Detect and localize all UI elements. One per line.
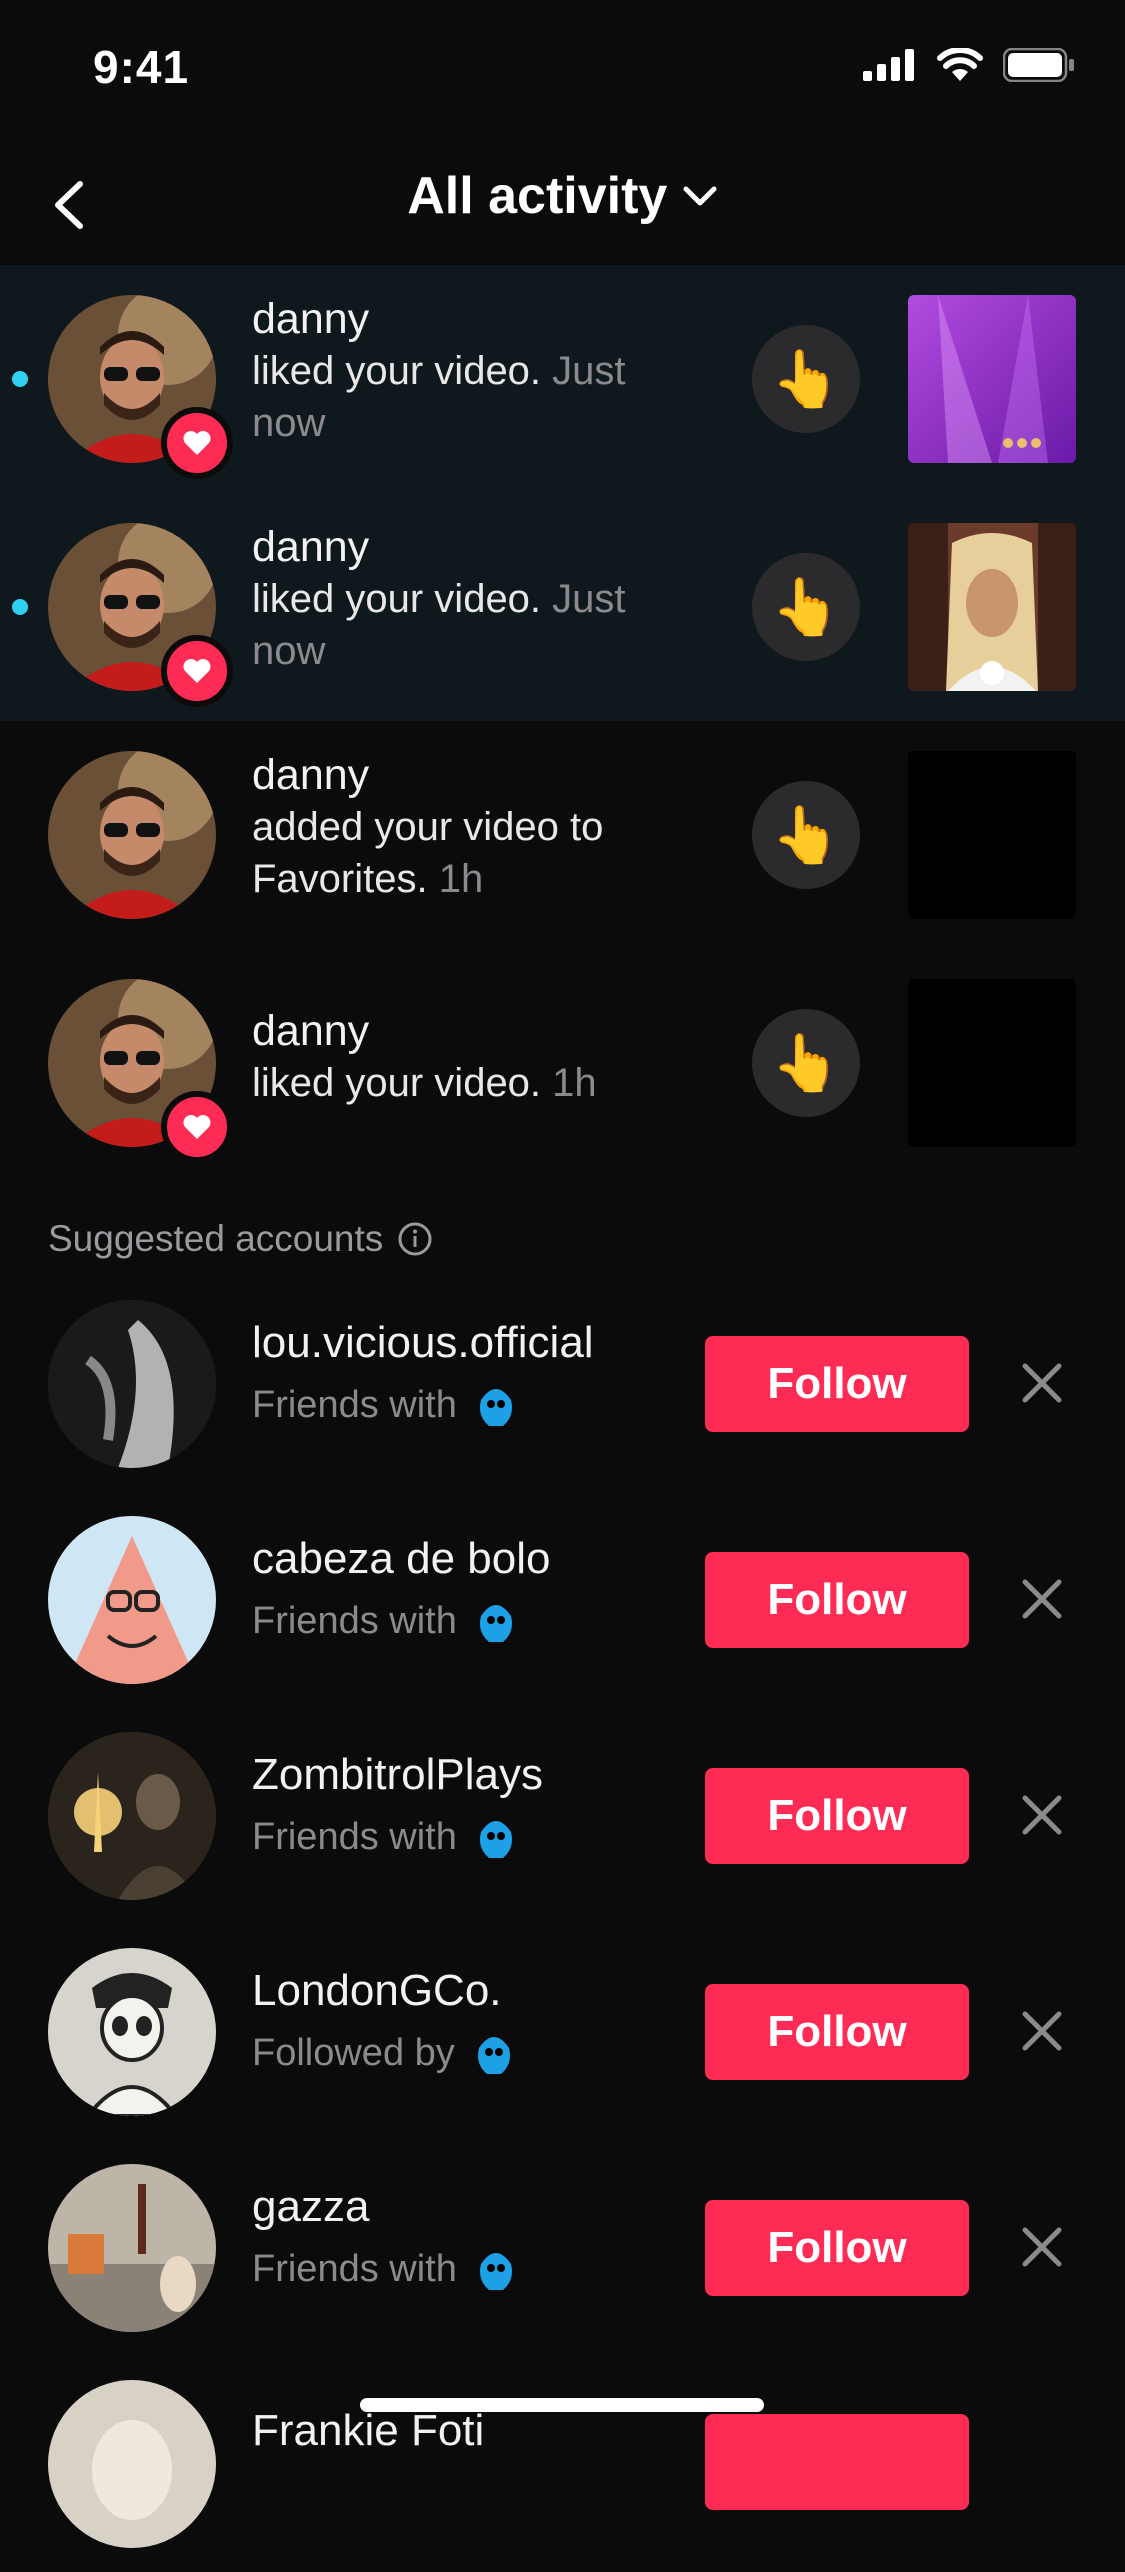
activity-time: 1h — [552, 1061, 597, 1105]
status-bar: 9:41 — [0, 0, 1125, 140]
mutual-friend-avatar — [470, 1380, 521, 1430]
close-icon[interactable] — [1015, 2220, 1069, 2274]
chevron-down-icon — [683, 186, 717, 206]
suggested-account-row[interactable]: cabeza de bolo Friends with Follow — [0, 1492, 1125, 1708]
activity-text: danny liked your video. 1h — [252, 1005, 692, 1109]
follow-button[interactable] — [705, 2414, 969, 2510]
mutual-label: Followed by — [252, 2031, 455, 2074]
activity-text: danny liked your video. Just now — [252, 521, 692, 677]
activity-description: liked your video. — [252, 349, 542, 393]
video-thumbnail[interactable] — [908, 979, 1076, 1147]
account-name[interactable]: LondonGCo. — [252, 1966, 502, 2016]
activity-time: 1h — [438, 857, 484, 901]
waving-hand-icon: 👆 — [771, 575, 841, 638]
suggested-accounts-heading: Suggested accounts — [48, 1218, 433, 1260]
status-time: 9:41 — [93, 41, 190, 93]
account-subtext: Friends with — [252, 1812, 521, 1862]
mutual-friend-avatar — [470, 1596, 521, 1646]
waving-hand-icon: 👆 — [771, 1031, 841, 1094]
page-title: All activity — [407, 167, 668, 225]
activity-row[interactable]: danny added your video to Favorites. 1h … — [0, 721, 1125, 949]
activity-description: liked your video. — [252, 1061, 542, 1105]
follow-button[interactable]: Follow — [705, 1336, 969, 1432]
mutual-label: Friends with — [252, 1815, 457, 1858]
account-subtext: Friends with — [252, 1380, 521, 1430]
mutual-friend-avatar — [468, 2028, 519, 2078]
account-name[interactable]: cabeza de bolo — [252, 1534, 550, 1584]
activity-username[interactable]: danny — [252, 749, 692, 801]
activity-text: danny liked your video. Just now — [252, 293, 692, 449]
heart-badge-icon — [161, 407, 233, 479]
suggested-account-row[interactable]: LondonGCo. Followed by Follow — [0, 1924, 1125, 2140]
close-icon[interactable] — [1015, 1572, 1069, 1626]
avatar[interactable] — [48, 1732, 216, 1900]
wave-button[interactable]: 👆 — [752, 781, 860, 889]
avatar[interactable] — [48, 2380, 216, 2548]
cellular-signal-icon — [863, 49, 914, 81]
status-icons — [863, 48, 1075, 82]
video-thumbnail[interactable] — [908, 751, 1076, 919]
suggested-account-row[interactable]: lou.vicious.official Friends with Follow — [0, 1276, 1125, 1492]
mutual-label: Friends with — [252, 1599, 457, 1642]
follow-button[interactable]: Follow — [705, 1768, 969, 1864]
unread-dot — [12, 371, 28, 387]
mutual-label: Friends with — [252, 1383, 457, 1426]
close-icon[interactable] — [1015, 1356, 1069, 1410]
suggested-account-row[interactable]: gazza Friends with Follow — [0, 2140, 1125, 2356]
unread-dot — [12, 599, 28, 615]
waving-hand-icon: 👆 — [771, 803, 841, 866]
suggested-account-row[interactable]: Frankie Foti — [0, 2356, 1125, 2572]
activity-row[interactable]: danny liked your video. Just now 👆 — [0, 265, 1125, 493]
info-icon[interactable] — [397, 1221, 433, 1257]
follow-button[interactable]: Follow — [705, 1984, 969, 2080]
mutual-friend-avatar — [470, 2244, 521, 2294]
account-name[interactable]: Frankie Foti — [252, 2406, 484, 2456]
avatar[interactable] — [48, 2164, 216, 2332]
account-name[interactable]: gazza — [252, 2182, 369, 2232]
account-subtext: Followed by — [252, 2028, 519, 2078]
battery-icon — [1003, 48, 1074, 82]
mutual-label: Friends with — [252, 2247, 457, 2290]
wave-button[interactable]: 👆 — [752, 325, 860, 433]
mutual-friend-avatar — [470, 1812, 521, 1862]
activity-description: added your video to Favorites. — [252, 805, 604, 901]
account-name[interactable]: lou.vicious.official — [252, 1318, 594, 1368]
avatar[interactable] — [48, 1300, 216, 1468]
activity-username[interactable]: danny — [252, 293, 692, 345]
activity-row[interactable]: danny liked your video. 1h 👆 — [0, 949, 1125, 1177]
video-thumbnail[interactable] — [908, 523, 1076, 691]
close-icon[interactable] — [1015, 1788, 1069, 1842]
heart-badge-icon — [161, 1091, 233, 1163]
video-thumbnail[interactable] — [908, 295, 1076, 463]
heart-badge-icon — [161, 635, 233, 707]
activity-username[interactable]: danny — [252, 521, 692, 573]
nav-bar: All activity — [0, 140, 1125, 265]
account-name[interactable]: ZombitrolPlays — [252, 1750, 543, 1800]
follow-button[interactable]: Follow — [705, 1552, 969, 1648]
avatar[interactable] — [48, 1948, 216, 2116]
avatar[interactable] — [48, 751, 216, 919]
follow-button[interactable]: Follow — [705, 2200, 969, 2296]
suggested-account-row[interactable]: ZombitrolPlays Friends with Follow — [0, 1708, 1125, 1924]
activity-text: danny added your video to Favorites. 1h — [252, 749, 692, 905]
wifi-icon — [937, 48, 983, 81]
account-subtext: Friends with — [252, 1596, 521, 1646]
activity-row[interactable]: danny liked your video. Just now 👆 — [0, 493, 1125, 721]
close-icon[interactable] — [1015, 2004, 1069, 2058]
activity-username[interactable]: danny — [252, 1005, 692, 1057]
home-indicator — [360, 2398, 764, 2412]
waving-hand-icon: 👆 — [771, 347, 841, 410]
wave-button[interactable]: 👆 — [752, 553, 860, 661]
activity-filter-dropdown[interactable]: All activity — [0, 166, 1125, 226]
activity-description: liked your video. — [252, 577, 542, 621]
avatar[interactable] — [48, 1516, 216, 1684]
section-title-text: Suggested accounts — [48, 1218, 384, 1259]
wave-button[interactable]: 👆 — [752, 1009, 860, 1117]
account-subtext: Friends with — [252, 2244, 521, 2294]
